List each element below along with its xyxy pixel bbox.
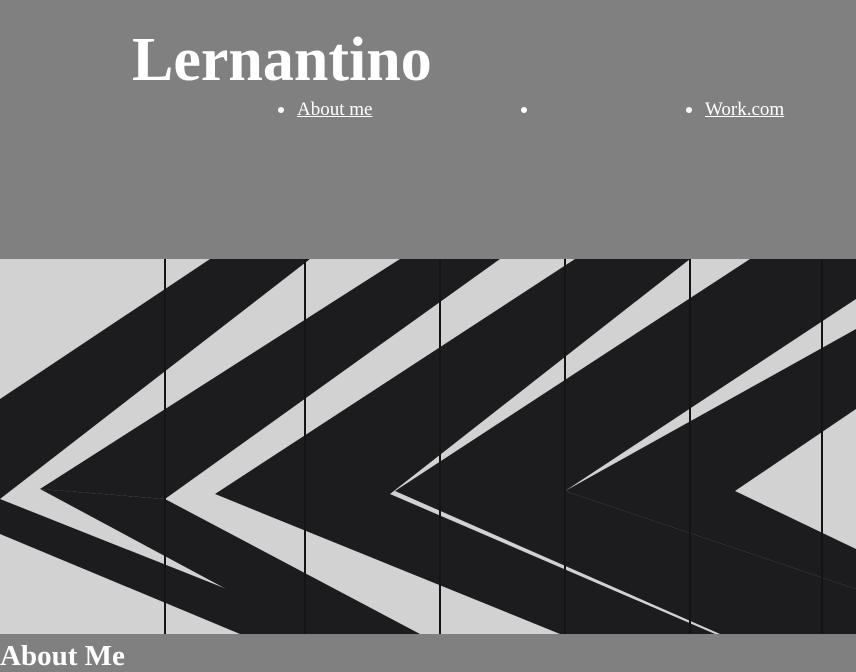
- hero-image: [0, 259, 856, 634]
- bullet-icon: [278, 107, 284, 113]
- page: Lernantino About me Work.com About Me: [0, 0, 856, 672]
- bullet-icon: [686, 107, 692, 113]
- bullet-icon: [521, 107, 527, 113]
- about-me-heading: About Me: [0, 640, 125, 672]
- striped-wood-wall-image: [0, 259, 856, 634]
- nav-link-work[interactable]: Work.com: [705, 96, 784, 124]
- site-title: Lernantino: [132, 26, 432, 94]
- main-nav: About me Work.com: [0, 96, 856, 124]
- nav-link-about-me[interactable]: About me: [297, 96, 372, 124]
